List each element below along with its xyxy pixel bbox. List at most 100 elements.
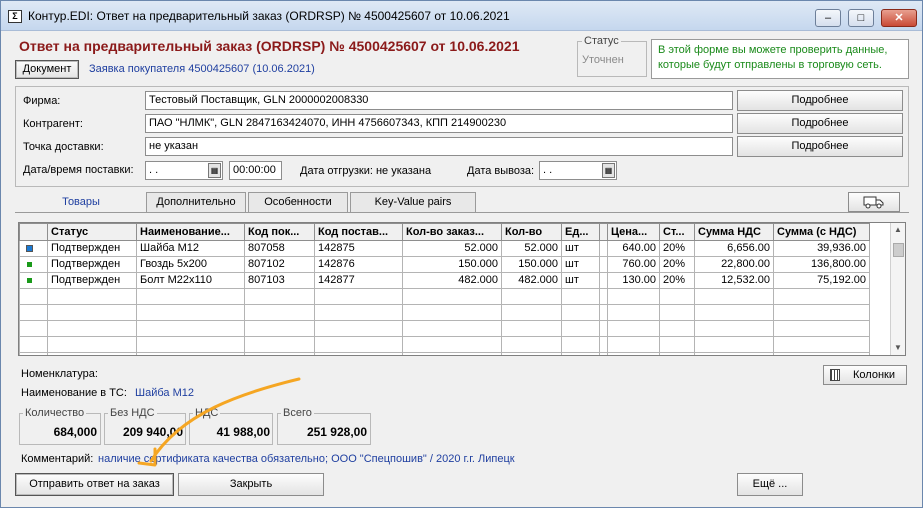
- cell-price[interactable]: 130.00: [607, 272, 660, 289]
- firm-details-button[interactable]: Подробнее: [737, 90, 903, 111]
- empty-cell: [773, 336, 870, 353]
- cell-vat-sum[interactable]: 12,532.00: [694, 272, 774, 289]
- cell-qty[interactable]: 52.000: [501, 240, 562, 257]
- empty-cell: [694, 288, 774, 305]
- tab-key-value-pairs[interactable]: Key-Value pairs: [350, 192, 476, 212]
- minimize-button[interactable]: –: [815, 9, 841, 27]
- contractor-details-button[interactable]: Подробнее: [737, 113, 903, 134]
- cell-supplier-code[interactable]: 142877: [314, 272, 403, 289]
- scroll-down-icon[interactable]: ▼: [894, 343, 902, 352]
- delivery-point-field[interactable]: не указан: [145, 137, 733, 156]
- row-marker[interactable]: [19, 256, 48, 273]
- empty-cell: [244, 304, 315, 321]
- grid-header-unit[interactable]: Ед...: [561, 223, 600, 241]
- grid-header-status[interactable]: Статус: [47, 223, 137, 241]
- goods-grid[interactable]: Статус Наименование... Код пок... Код по…: [18, 222, 906, 356]
- table-row[interactable]: Подтвержден Болт М22х110 807103 142877 482.0…: [19, 272, 870, 289]
- grid-header-vat-sum[interactable]: Сумма НДС: [694, 223, 774, 241]
- table-row[interactable]: Подтвержден Шайба М12 807058 142875 52.000 52…: [19, 240, 870, 257]
- title-bar: Σ Контур.EDI: Ответ на предварительный з…: [1, 1, 922, 31]
- cell-name[interactable]: Гвоздь 5х200: [136, 256, 245, 273]
- cell-buyer-code[interactable]: 807102: [244, 256, 315, 273]
- cell-buyer-code[interactable]: 807103: [244, 272, 315, 289]
- grid-header-marker[interactable]: [19, 223, 48, 241]
- cell-qty-ordered[interactable]: 52.000: [402, 240, 502, 257]
- cell-spacer[interactable]: [599, 256, 608, 273]
- calendar-icon[interactable]: ▦: [208, 163, 221, 178]
- cell-status[interactable]: Подтвержден: [47, 240, 137, 257]
- send-response-button[interactable]: Отправить ответ на заказ: [15, 473, 174, 496]
- truck-button[interactable]: [848, 192, 900, 212]
- table-row[interactable]: Подтвержден Гвоздь 5х200 807102 142876 150.0…: [19, 256, 870, 273]
- tab-features[interactable]: Особенности: [248, 192, 348, 212]
- grid-header-total[interactable]: Сумма (с НДС): [773, 223, 870, 241]
- empty-cell: [607, 352, 660, 355]
- cell-supplier-code[interactable]: 142876: [314, 256, 403, 273]
- row-marker[interactable]: [19, 272, 48, 289]
- calendar-icon[interactable]: ▦: [602, 163, 615, 178]
- cell-spacer[interactable]: [599, 272, 608, 289]
- grid-header-qty-ordered[interactable]: Кол-во заказ...: [402, 223, 502, 241]
- grid-header-name[interactable]: Наименование...: [136, 223, 245, 241]
- cell-status[interactable]: Подтвержден: [47, 272, 137, 289]
- row-marker[interactable]: [19, 240, 48, 257]
- empty-cell: [136, 336, 245, 353]
- cell-qty-ordered[interactable]: 150.000: [402, 256, 502, 273]
- page-title: Ответ на предварительный заказ (ORDRSP) …: [19, 38, 520, 54]
- cell-name[interactable]: Шайба М12: [136, 240, 245, 257]
- firm-field[interactable]: Тестовый Поставщик, GLN 2000002008330: [145, 91, 733, 110]
- cell-unit[interactable]: шт: [561, 256, 600, 273]
- maximize-button[interactable]: □: [848, 9, 874, 27]
- comment-label: Комментарий:: [21, 453, 94, 465]
- grid-scrollbar[interactable]: ▲ ▼: [890, 223, 905, 355]
- cell-total[interactable]: 39,936.00: [773, 240, 870, 257]
- cell-price[interactable]: 640.00: [607, 240, 660, 257]
- cell-buyer-code[interactable]: 807058: [244, 240, 315, 257]
- empty-cell: [402, 352, 502, 355]
- cell-supplier-code[interactable]: 142875: [314, 240, 403, 257]
- grid-header-vat-rate[interactable]: Ст...: [659, 223, 695, 241]
- cell-vat-rate[interactable]: 20%: [659, 240, 695, 257]
- buyer-order-link[interactable]: Заявка покупателя 4500425607 (10.06.2021…: [89, 63, 315, 75]
- grid-header-supplier-code[interactable]: Код постав...: [314, 223, 403, 241]
- cell-qty-ordered[interactable]: 482.000: [402, 272, 502, 289]
- scroll-thumb[interactable]: [893, 243, 904, 257]
- tab-additional[interactable]: Дополнительно: [146, 192, 246, 212]
- close-window-button[interactable]: ✕: [881, 9, 917, 27]
- contractor-field[interactable]: ПАО "НЛМК", GLN 2847163424070, ИНН 47566…: [145, 114, 733, 133]
- cell-price[interactable]: 760.00: [607, 256, 660, 273]
- cell-vat-rate[interactable]: 20%: [659, 272, 695, 289]
- cell-spacer[interactable]: [599, 240, 608, 257]
- empty-cell: [561, 304, 600, 321]
- cell-qty[interactable]: 150.000: [501, 256, 562, 273]
- grid-header-buyer-code[interactable]: Код пок...: [244, 223, 315, 241]
- close-button[interactable]: Закрыть: [178, 473, 324, 496]
- empty-cell: [136, 320, 245, 337]
- grid-header-spacer[interactable]: [599, 223, 608, 241]
- cell-total[interactable]: 136,800.00: [773, 256, 870, 273]
- cell-name[interactable]: Болт М22х110: [136, 272, 245, 289]
- cell-qty[interactable]: 482.000: [501, 272, 562, 289]
- cell-vat-sum[interactable]: 6,656.00: [694, 240, 774, 257]
- row-status-marker-icon: [27, 262, 32, 267]
- empty-table-row: [19, 352, 870, 355]
- cell-vat-sum[interactable]: 22,800.00: [694, 256, 774, 273]
- empty-cell: [244, 336, 315, 353]
- cell-status[interactable]: Подтвержден: [47, 256, 137, 273]
- tab-goods[interactable]: Товары: [18, 192, 144, 212]
- columns-button[interactable]: Колонки: [823, 365, 907, 385]
- more-button[interactable]: Ещё ...: [737, 473, 803, 496]
- document-button[interactable]: Документ: [15, 60, 79, 79]
- cell-vat-rate[interactable]: 20%: [659, 256, 695, 273]
- scroll-up-icon[interactable]: ▲: [894, 225, 902, 234]
- grid-header-qty[interactable]: Кол-во: [501, 223, 562, 241]
- empty-cell: [402, 336, 502, 353]
- cell-total[interactable]: 75,192.00: [773, 272, 870, 289]
- delivery-point-details-button[interactable]: Подробнее: [737, 136, 903, 157]
- cell-unit[interactable]: шт: [561, 240, 600, 257]
- delivery-time-field[interactable]: 00:00:00: [229, 161, 282, 180]
- cell-unit[interactable]: шт: [561, 272, 600, 289]
- empty-cell: [47, 288, 137, 305]
- empty-cell: [561, 336, 600, 353]
- grid-header-price[interactable]: Цена...: [607, 223, 660, 241]
